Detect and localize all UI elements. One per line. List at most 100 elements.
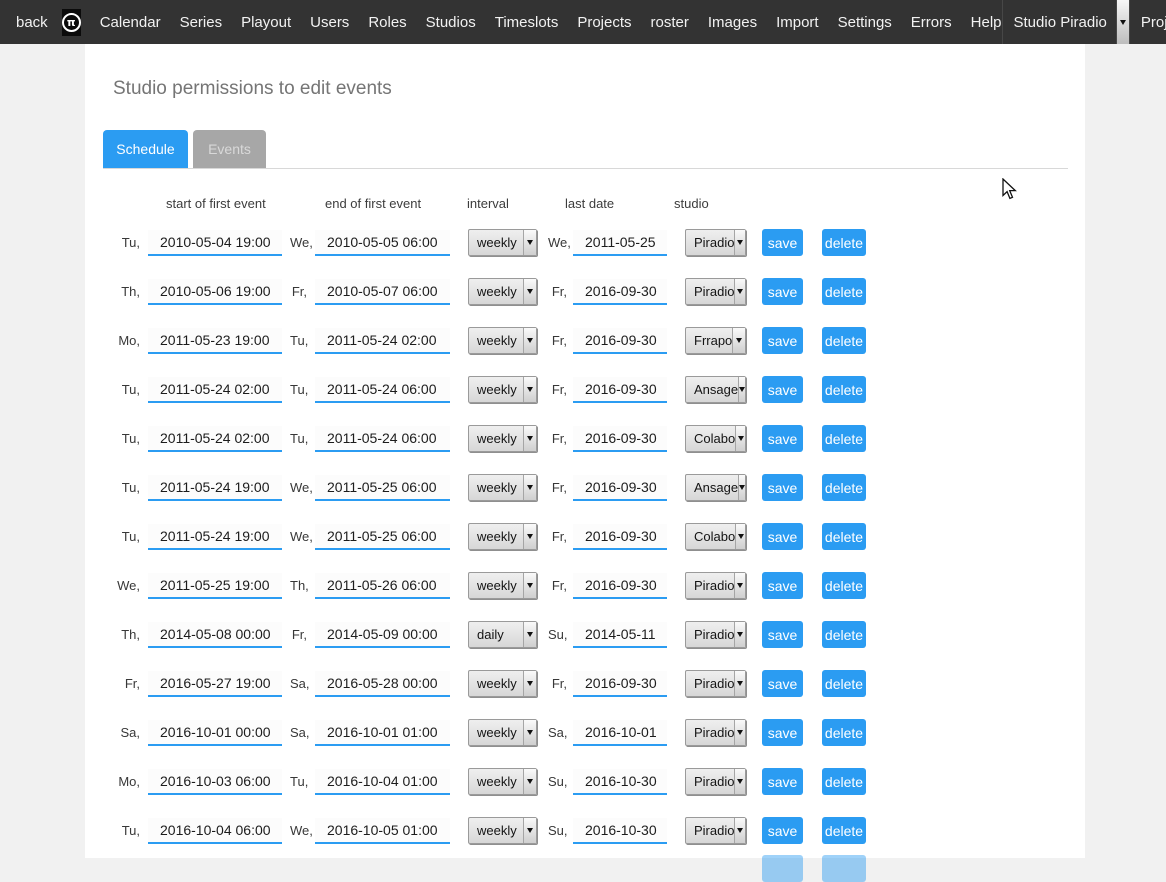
chevron-down-icon[interactable] bbox=[523, 720, 536, 745]
chevron-down-icon[interactable] bbox=[732, 328, 745, 353]
nav-menu-item[interactable]: Users bbox=[310, 14, 349, 31]
delete-button[interactable]: delete bbox=[822, 229, 866, 256]
delete-button[interactable]: delete bbox=[822, 278, 866, 305]
delete-button[interactable]: delete bbox=[822, 768, 866, 795]
end-of-first-event-input[interactable] bbox=[315, 328, 450, 354]
start-of-first-event-input[interactable] bbox=[148, 279, 282, 305]
interval-select[interactable]: weekly bbox=[468, 327, 537, 354]
save-button[interactable]: save bbox=[762, 523, 803, 550]
chevron-down-icon[interactable] bbox=[523, 230, 536, 255]
interval-select[interactable]: weekly bbox=[468, 376, 537, 403]
last-date-input[interactable] bbox=[573, 573, 667, 599]
nav-menu-item[interactable]: Calendar bbox=[100, 14, 161, 31]
chevron-down-icon[interactable] bbox=[734, 769, 745, 794]
start-of-first-event-input[interactable] bbox=[148, 671, 282, 697]
save-button[interactable]: save bbox=[762, 670, 803, 697]
studio-select[interactable]: Piradio bbox=[685, 719, 746, 746]
last-date-input[interactable] bbox=[573, 475, 667, 501]
tab-events[interactable]: Events bbox=[193, 130, 266, 168]
interval-select[interactable]: weekly bbox=[468, 523, 537, 550]
nav-menu-item[interactable]: Settings bbox=[838, 14, 892, 31]
interval-select[interactable]: daily bbox=[468, 621, 537, 648]
nav-menu-item[interactable]: Import bbox=[776, 14, 819, 31]
save-button[interactable]: save bbox=[762, 376, 803, 403]
delete-button[interactable]: delete bbox=[822, 474, 866, 501]
studio-select[interactable]: Piradio bbox=[685, 572, 746, 599]
studio-select[interactable]: Piradio bbox=[685, 278, 746, 305]
save-button[interactable]: save bbox=[762, 817, 803, 844]
interval-select[interactable]: weekly bbox=[468, 719, 537, 746]
last-date-input[interactable] bbox=[573, 524, 667, 550]
nav-menu-item[interactable]: Images bbox=[708, 14, 757, 31]
end-of-first-event-input[interactable] bbox=[315, 769, 450, 795]
delete-button[interactable]: delete bbox=[822, 719, 866, 746]
save-button[interactable]: save bbox=[762, 768, 803, 795]
save-button[interactable]: save bbox=[762, 572, 803, 599]
delete-button[interactable]: delete bbox=[822, 670, 866, 697]
last-date-input[interactable] bbox=[573, 230, 667, 256]
project-dropdown[interactable]: Project 88vier bbox=[1129, 0, 1166, 44]
delete-button[interactable]: delete bbox=[822, 817, 866, 844]
chevron-down-icon[interactable] bbox=[523, 524, 536, 549]
studio-select[interactable]: Piradio bbox=[685, 768, 746, 795]
nav-menu-item[interactable]: Studios bbox=[426, 14, 476, 31]
nav-menu-item[interactable]: Series bbox=[180, 14, 223, 31]
next-row-delete-button-partial[interactable] bbox=[822, 855, 866, 882]
save-button[interactable]: save bbox=[762, 719, 803, 746]
delete-button[interactable]: delete bbox=[822, 376, 866, 403]
chevron-down-icon[interactable] bbox=[523, 573, 536, 598]
chevron-down-icon[interactable] bbox=[734, 720, 745, 745]
end-of-first-event-input[interactable] bbox=[315, 524, 450, 550]
chevron-down-icon[interactable] bbox=[523, 426, 536, 451]
delete-button[interactable]: delete bbox=[822, 425, 866, 452]
delete-button[interactable]: delete bbox=[822, 327, 866, 354]
last-date-input[interactable] bbox=[573, 671, 667, 697]
nav-menu-item[interactable]: Roles bbox=[368, 14, 406, 31]
chevron-down-icon[interactable] bbox=[735, 426, 745, 451]
interval-select[interactable]: weekly bbox=[468, 229, 537, 256]
chevron-down-icon[interactable] bbox=[734, 818, 745, 843]
chevron-down-icon[interactable] bbox=[523, 671, 536, 696]
start-of-first-event-input[interactable] bbox=[148, 769, 282, 795]
chevron-down-icon[interactable] bbox=[738, 475, 745, 500]
studio-select[interactable]: Piradio bbox=[685, 229, 746, 256]
end-of-first-event-input[interactable] bbox=[315, 230, 450, 256]
studio-dropdown[interactable]: Studio Piradio bbox=[1002, 0, 1129, 44]
studio-select[interactable]: Frrapo bbox=[685, 327, 746, 354]
last-date-input[interactable] bbox=[573, 426, 667, 452]
start-of-first-event-input[interactable] bbox=[148, 720, 282, 746]
start-of-first-event-input[interactable] bbox=[148, 230, 282, 256]
chevron-down-icon[interactable] bbox=[523, 279, 536, 304]
start-of-first-event-input[interactable] bbox=[148, 524, 282, 550]
start-of-first-event-input[interactable] bbox=[148, 328, 282, 354]
interval-select[interactable]: weekly bbox=[468, 670, 537, 697]
studio-select[interactable]: Colabo bbox=[685, 523, 746, 550]
studio-select[interactable]: Ansage bbox=[685, 474, 746, 501]
interval-select[interactable]: weekly bbox=[468, 768, 537, 795]
chevron-down-icon[interactable] bbox=[735, 524, 745, 549]
start-of-first-event-input[interactable] bbox=[148, 818, 282, 844]
chevron-down-icon[interactable] bbox=[523, 377, 536, 402]
chevron-down-icon[interactable] bbox=[523, 622, 536, 647]
chevron-down-icon[interactable] bbox=[523, 475, 536, 500]
start-of-first-event-input[interactable] bbox=[148, 622, 282, 648]
end-of-first-event-input[interactable] bbox=[315, 377, 450, 403]
delete-button[interactable]: delete bbox=[822, 523, 866, 550]
interval-select[interactable]: weekly bbox=[468, 278, 537, 305]
chevron-down-icon[interactable] bbox=[523, 769, 536, 794]
end-of-first-event-input[interactable] bbox=[315, 426, 450, 452]
start-of-first-event-input[interactable] bbox=[148, 426, 282, 452]
chevron-down-icon[interactable] bbox=[1116, 0, 1129, 44]
end-of-first-event-input[interactable] bbox=[315, 720, 450, 746]
save-button[interactable]: save bbox=[762, 327, 803, 354]
start-of-first-event-input[interactable] bbox=[148, 573, 282, 599]
nav-menu-item[interactable]: roster bbox=[651, 14, 689, 31]
save-button[interactable]: save bbox=[762, 621, 803, 648]
start-of-first-event-input[interactable] bbox=[148, 377, 282, 403]
last-date-input[interactable] bbox=[573, 720, 667, 746]
last-date-input[interactable] bbox=[573, 328, 667, 354]
last-date-input[interactable] bbox=[573, 622, 667, 648]
save-button[interactable]: save bbox=[762, 474, 803, 501]
studio-select[interactable]: Piradio bbox=[685, 621, 746, 648]
end-of-first-event-input[interactable] bbox=[315, 671, 450, 697]
